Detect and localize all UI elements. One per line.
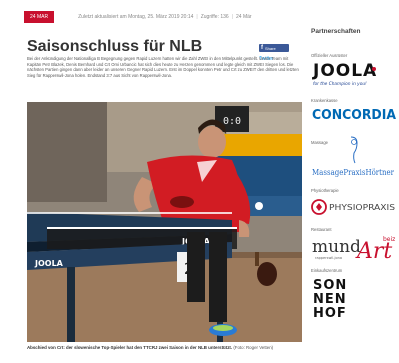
- article-photo[interactable]: 0:0 JOOLA: [27, 102, 302, 342]
- mundart-logo: mund Art beiz rapperswil-jona: [312, 236, 395, 264]
- facebook-share-label: Share: [265, 45, 276, 51]
- sidebar-partners: Partnerschaften Offizieller Ausrüster JO…: [311, 0, 399, 363]
- partner-logo-concordia[interactable]: CONCORDIA: [311, 104, 397, 124]
- svg-text:PHYSIOPRAXIS: PHYSIOPRAXIS: [329, 203, 395, 212]
- partner-logo-physiopraxis[interactable]: PHYSIOPRAXIS: [311, 197, 397, 217]
- scoreboard-text: 0:0: [223, 116, 241, 127]
- svg-text:SON: SON: [313, 278, 347, 293]
- svg-text:beiz: beiz: [383, 236, 395, 243]
- hits-text: Zugriffe: 136: [200, 14, 229, 20]
- date-badge: 24 MAR: [24, 11, 55, 23]
- svg-text:mund: mund: [312, 237, 361, 257]
- meta-separator: |: [196, 14, 198, 20]
- partner-logo-sonnenhof[interactable]: SON NEN HOF: [311, 276, 397, 321]
- svg-text:JOOLA: JOOLA: [312, 61, 377, 81]
- article-title: Saisonschluss für NLB: [27, 38, 203, 55]
- svg-text:MassagePraxisHörtner: MassagePraxisHörtner: [312, 168, 394, 177]
- partner-logo-massagepraxis[interactable]: MassagePraxisHörtner: [311, 133, 397, 178]
- svg-text:NEN: NEN: [313, 292, 347, 307]
- table-brand: JOOLA: [34, 259, 64, 268]
- joola-logo: JOOLA for the Champion in you!: [312, 61, 377, 87]
- svg-text:HOF: HOF: [313, 306, 347, 320]
- updated-text: Zuletzt aktualisiert am Montag, 25. März…: [78, 14, 194, 20]
- massagepraxis-logo: MassagePraxisHörtner: [312, 136, 394, 177]
- facebook-icon: f: [261, 45, 263, 51]
- physiopraxis-logo: PHYSIOPRAXIS: [311, 199, 395, 215]
- sonnenhof-logo: SON NEN HOF: [313, 278, 347, 321]
- date-short: 24 Mär: [236, 14, 252, 20]
- partner-logo-joola[interactable]: JOOLA for the Champion in you!: [311, 59, 397, 89]
- caption-credit: (Foto: Roger Vetten): [233, 345, 274, 350]
- article-lead: Bei der Ankündigung der Nationalliga B B…: [27, 56, 299, 78]
- facebook-share-button[interactable]: f Share: [259, 44, 289, 52]
- sidebar-title: Partnerschaften: [311, 28, 361, 35]
- meta-separator: |: [231, 14, 234, 20]
- article: 24 MAR Zuletzt aktualisiert am Montag, 2…: [0, 0, 305, 363]
- svg-text:for the Champion in you!: for the Champion in you!: [313, 81, 367, 87]
- caption-text: Abschied von Crt: der slowenische Top-Sp…: [27, 345, 233, 350]
- partner-label: Offizieller Ausrüster: [311, 53, 348, 58]
- partner-label: Einkaufszentrum: [311, 268, 343, 273]
- article-meta: 24 MAR Zuletzt aktualisiert am Montag, 2…: [0, 10, 305, 24]
- concordia-logo: CONCORDIA: [312, 108, 396, 123]
- partner-logo-mundart[interactable]: mund Art beiz rapperswil-jona: [311, 232, 397, 264]
- photo-caption: Abschied von Crt: der slowenische Top-Sp…: [27, 345, 302, 351]
- svg-text:rapperswil-jona: rapperswil-jona: [315, 256, 342, 260]
- partner-label: Krankenkasse: [311, 98, 338, 103]
- svg-text:CONCORDIA: CONCORDIA: [312, 108, 396, 123]
- table-tennis-player-image: 0:0 JOOLA: [27, 102, 302, 342]
- partner-label: Physiotherapie: [311, 188, 339, 193]
